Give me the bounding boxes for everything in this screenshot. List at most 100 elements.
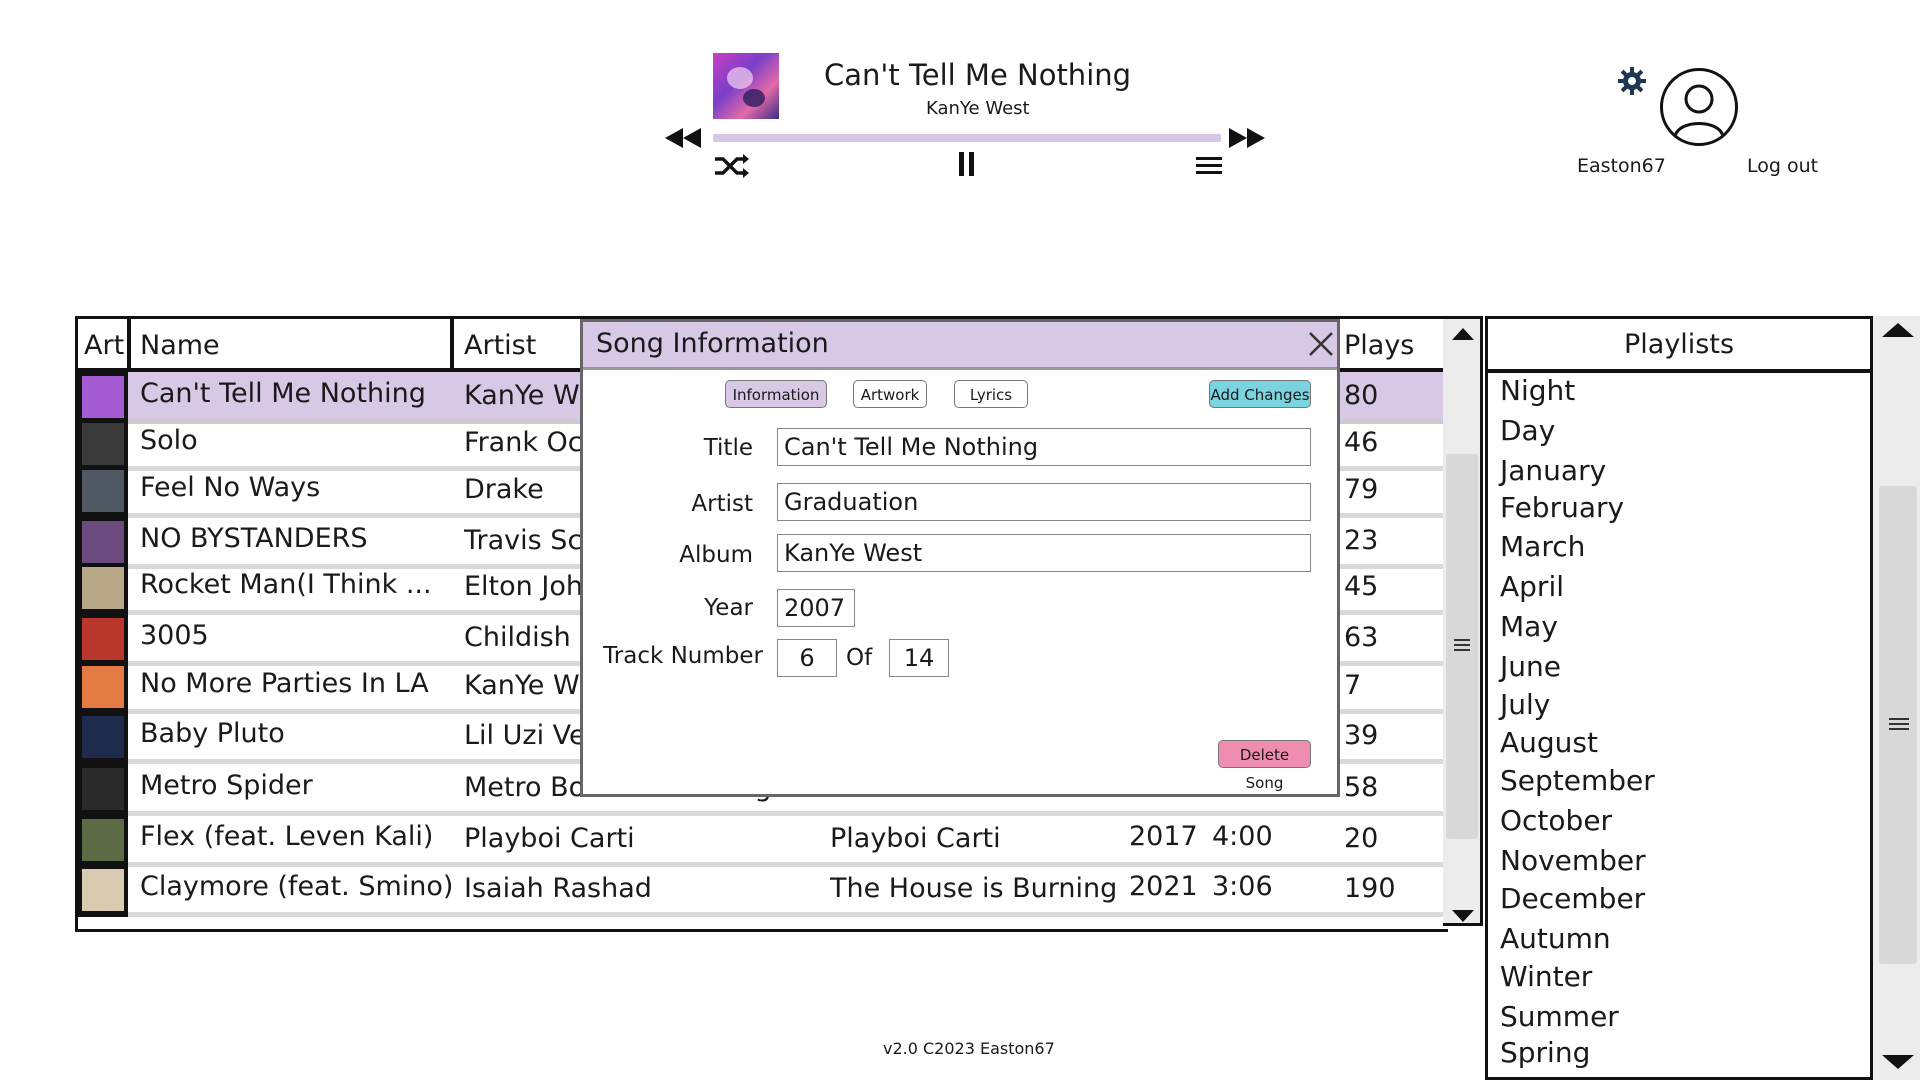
close-icon[interactable] xyxy=(1307,328,1335,366)
playlist-item[interactable]: February xyxy=(1500,491,1624,524)
song-length: 3:06 xyxy=(1212,871,1273,902)
album-art-thumbnail xyxy=(82,423,124,465)
playlist-item[interactable]: December xyxy=(1500,882,1645,915)
playlist-item[interactable]: Summer xyxy=(1500,1000,1619,1033)
song-album: Playboi Carti xyxy=(830,823,1001,854)
playlist-item[interactable]: October xyxy=(1500,804,1612,837)
song-name: Metro Spider xyxy=(140,770,313,801)
song-artist: Isaiah Rashad xyxy=(464,873,652,904)
song-plays: 7 xyxy=(1344,670,1362,701)
dialog-title: Song Information xyxy=(596,328,829,359)
playlist-item[interactable]: September xyxy=(1500,764,1655,797)
song-name: Can't Tell Me Nothing xyxy=(140,378,426,409)
scroll-up-icon[interactable] xyxy=(1451,327,1475,341)
delete-song-button[interactable]: Delete Song xyxy=(1218,740,1311,792)
now-playing-artist: KanYe West xyxy=(926,98,1030,119)
playlist-item[interactable]: Winter xyxy=(1500,960,1592,993)
tab-artwork[interactable]: Artwork xyxy=(853,380,927,408)
scroll-thumb[interactable] xyxy=(1879,486,1917,964)
scroll-down-icon[interactable] xyxy=(1451,909,1475,923)
album-art-thumbnail xyxy=(82,567,124,609)
scroll-thumb[interactable] xyxy=(1446,454,1478,839)
album-cover xyxy=(713,53,779,119)
user-avatar-icon[interactable] xyxy=(1660,68,1738,146)
header-plays[interactable]: Plays xyxy=(1344,330,1414,361)
album-art-thumbnail xyxy=(82,819,124,861)
playlist-item[interactable]: May xyxy=(1500,610,1558,643)
song-year: 2017 xyxy=(1129,821,1198,852)
progress-bar[interactable] xyxy=(713,134,1221,142)
table-row[interactable]: Flex (feat. Leven Kali) Playboi Carti Play… xyxy=(78,815,1444,867)
table-row[interactable]: Claymore (feat. Smino) Isaiah Rashad The H… xyxy=(78,865,1444,917)
song-plays: 46 xyxy=(1344,427,1379,458)
playlist-item[interactable]: Night xyxy=(1500,374,1575,407)
song-name: Flex (feat. Leven Kali) xyxy=(140,821,434,852)
playlist-item[interactable]: January xyxy=(1500,454,1606,487)
of-label: Of xyxy=(846,645,873,671)
column-divider[interactable] xyxy=(450,318,454,368)
header-name[interactable]: Name xyxy=(140,330,220,361)
shuffle-icon[interactable] xyxy=(713,152,749,180)
playlist-item[interactable]: Spring xyxy=(1500,1036,1590,1069)
playlist-item[interactable]: Autumn xyxy=(1500,922,1611,955)
playlists-scrollbar[interactable] xyxy=(1870,316,1920,1080)
track-number-label: Track Number xyxy=(603,643,763,669)
album-label: Album xyxy=(679,542,753,568)
scroll-up-icon[interactable] xyxy=(1881,322,1915,338)
song-plays: 23 xyxy=(1344,525,1379,556)
song-plays: 58 xyxy=(1344,772,1379,803)
album-art-thumbnail xyxy=(82,716,124,758)
song-name: Rocket Man(I Think ... xyxy=(140,569,432,600)
column-divider[interactable] xyxy=(127,318,131,368)
logout-button[interactable]: Log out xyxy=(1747,155,1818,177)
header-art[interactable]: Art xyxy=(84,330,124,361)
playlists-header: Playlists xyxy=(1488,319,1870,373)
song-plays: 80 xyxy=(1344,380,1379,411)
song-name: NO BYSTANDERS xyxy=(140,523,368,554)
song-information-dialog: Song Information Information Artwork Lyr… xyxy=(580,319,1340,797)
tab-information[interactable]: Information xyxy=(725,380,827,408)
song-plays: 39 xyxy=(1344,720,1379,751)
playlist-item[interactable]: April xyxy=(1500,570,1564,603)
song-plays: 190 xyxy=(1344,873,1396,904)
queue-icon[interactable] xyxy=(1195,155,1223,177)
song-name: No More Parties In LA xyxy=(140,668,429,699)
title-label: Title xyxy=(703,435,753,461)
album-field[interactable]: KanYe West xyxy=(777,534,1311,572)
username-label: Easton67 xyxy=(1577,155,1666,177)
song-artist: Playboi Carti xyxy=(464,823,635,854)
playlist-item[interactable]: July xyxy=(1500,688,1550,721)
settings-gear-icon[interactable] xyxy=(1617,66,1647,96)
dialog-header: Song Information xyxy=(583,322,1337,370)
track-number-field[interactable]: 6 xyxy=(777,639,837,677)
playlist-item[interactable]: Day xyxy=(1500,414,1555,447)
song-name: Solo xyxy=(140,425,198,456)
album-art-thumbnail xyxy=(82,666,124,708)
song-name: 3005 xyxy=(140,620,209,651)
playlist-item[interactable]: June xyxy=(1500,650,1561,683)
playlist-item[interactable]: March xyxy=(1500,530,1585,563)
artist-field[interactable]: Graduation xyxy=(777,483,1311,521)
pause-icon[interactable] xyxy=(958,150,976,178)
previous-icon[interactable] xyxy=(663,126,705,150)
playlist-item[interactable]: November xyxy=(1500,844,1646,877)
artist-label: Artist xyxy=(691,491,753,517)
next-icon[interactable] xyxy=(1225,126,1267,150)
playlist-item[interactable]: August xyxy=(1500,726,1598,759)
song-plays: 45 xyxy=(1344,571,1379,602)
song-plays: 63 xyxy=(1344,622,1379,653)
song-length: 4:00 xyxy=(1212,821,1273,852)
table-scrollbar[interactable] xyxy=(1443,316,1483,926)
tab-lyrics[interactable]: Lyrics xyxy=(954,380,1028,408)
album-art-thumbnail xyxy=(82,869,124,911)
song-plays: 20 xyxy=(1344,823,1379,854)
header-artist[interactable]: Artist xyxy=(464,330,536,361)
song-name: Claymore (feat. Smino) xyxy=(140,871,454,902)
song-year: 2021 xyxy=(1129,871,1198,902)
scroll-down-icon[interactable] xyxy=(1881,1054,1915,1070)
add-changes-button[interactable]: Add Changes xyxy=(1209,380,1311,408)
title-field[interactable]: Can't Tell Me Nothing xyxy=(777,428,1311,466)
year-field[interactable]: 2007 xyxy=(777,589,855,627)
track-total-field[interactable]: 14 xyxy=(889,639,949,677)
year-label: Year xyxy=(704,595,753,621)
